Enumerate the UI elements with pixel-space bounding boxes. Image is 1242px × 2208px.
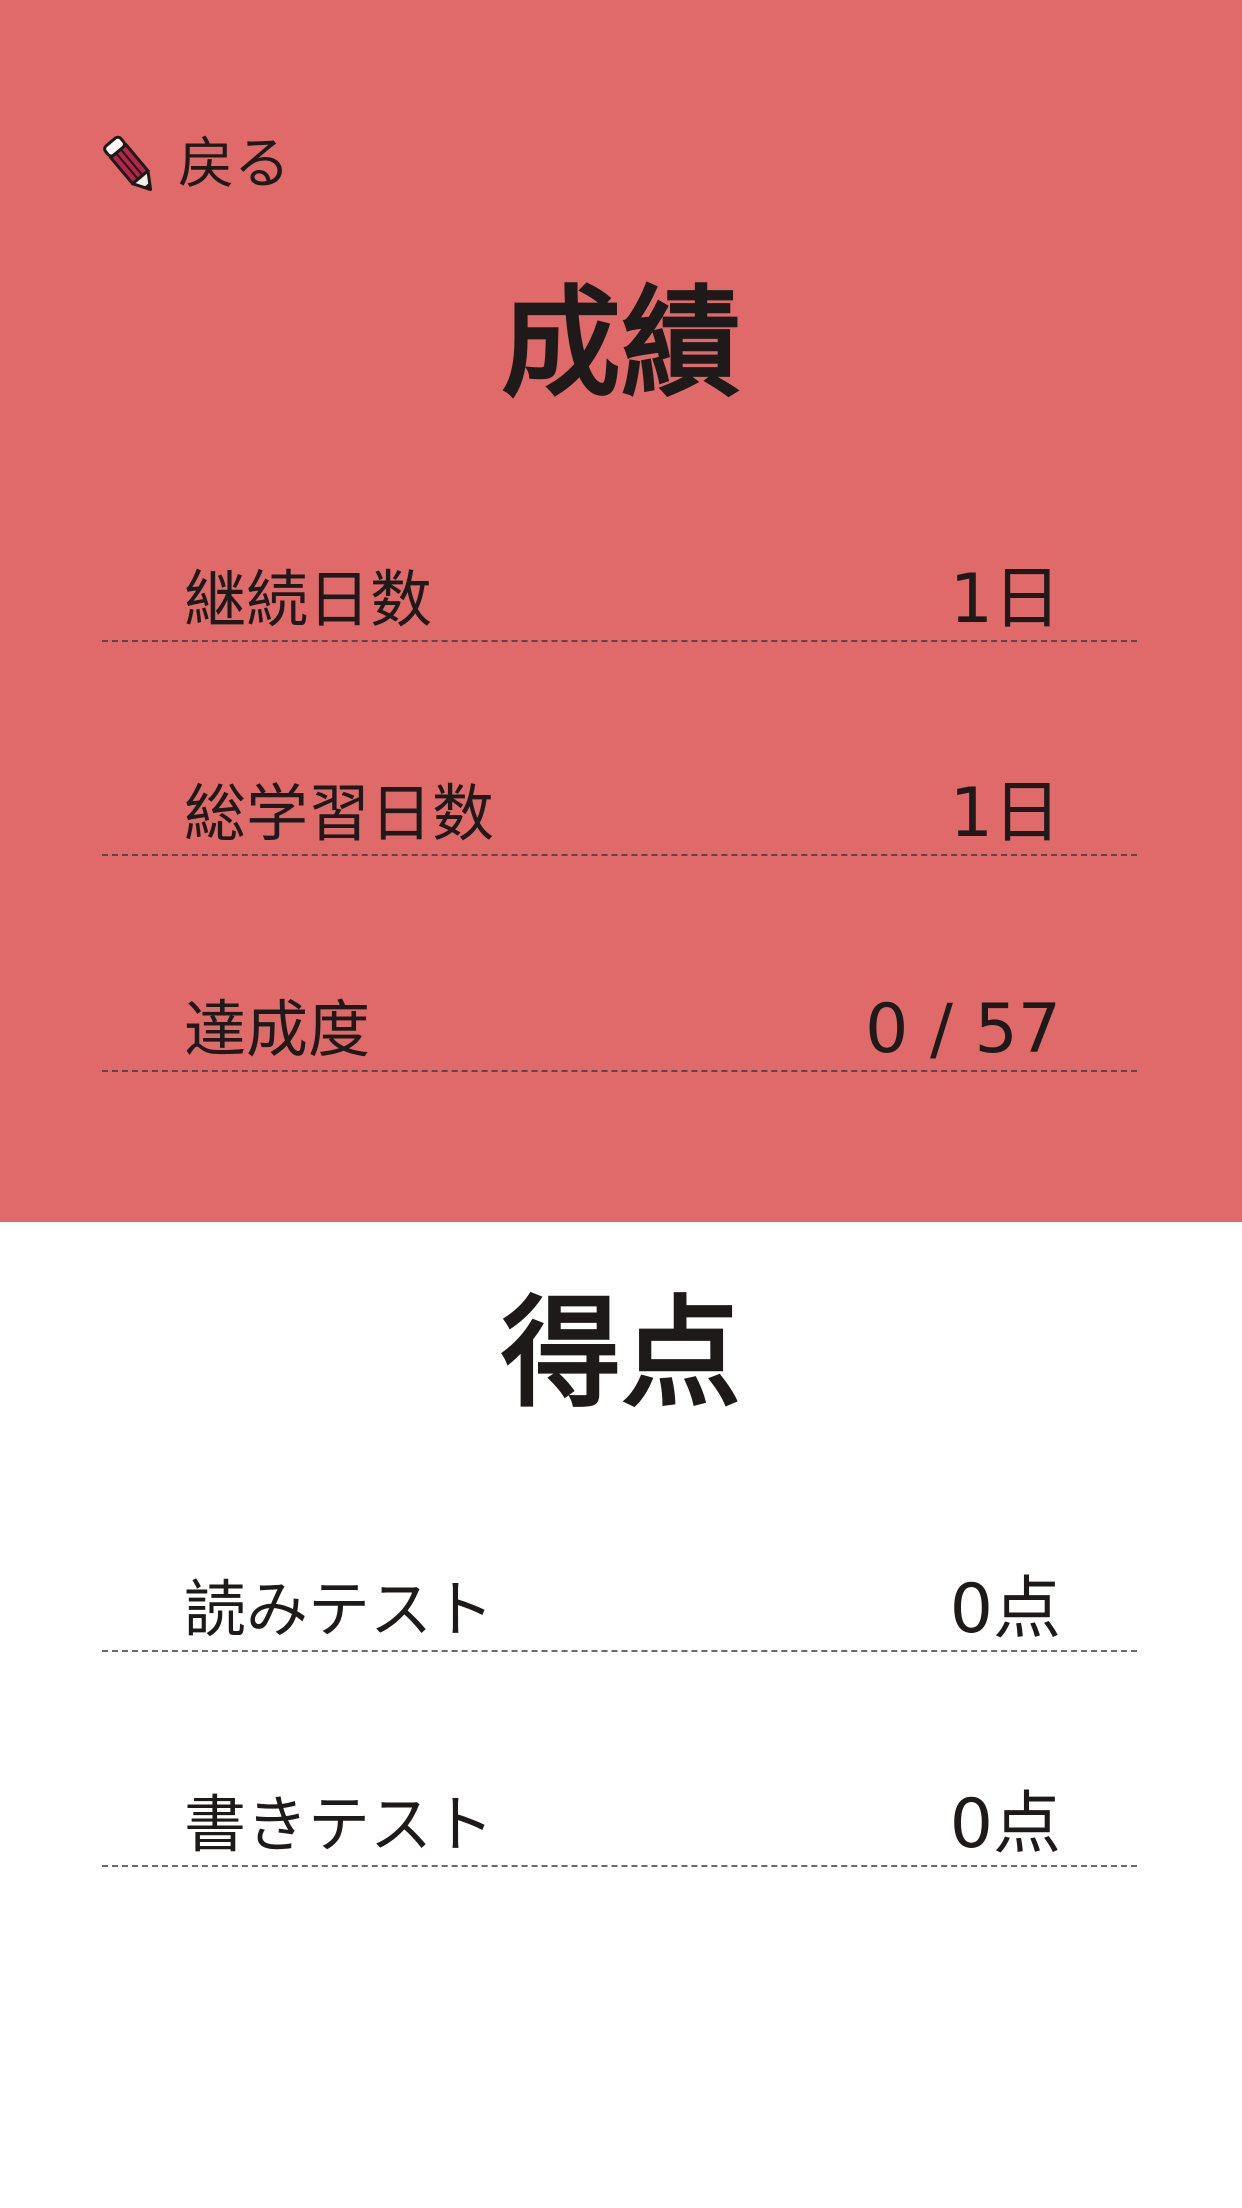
back-button[interactable]: 戻る [100,130,290,200]
stat-row-writing-test: 書きテスト 0点 [102,1785,1137,1867]
stat-label: 継続日数 [184,563,433,636]
record-title: 成績 [501,275,741,414]
stat-label: 読みテスト [184,1573,495,1646]
pencil-icon [103,135,153,192]
score-title: 得点 [501,1285,741,1424]
stat-value: 1日 [949,560,1061,639]
stat-row-reading-test: 読みテスト 0点 [102,1570,1137,1652]
stat-value: 0点 [949,1785,1061,1864]
stat-label: 総学習日数 [184,777,495,850]
stat-label: 達成度 [184,993,371,1066]
stat-row-achievement: 達成度 0 / 57 [102,990,1137,1072]
stat-row-total-study-days: 総学習日数 1日 [102,774,1137,856]
stat-label: 書きテスト [184,1788,495,1861]
stat-value: 1日 [949,774,1061,853]
stat-value: 0 / 57 [865,990,1061,1069]
stat-value: 0点 [949,1570,1061,1649]
back-label: 戻る [178,132,290,197]
stat-row-streak-days: 継続日数 1日 [102,560,1137,642]
